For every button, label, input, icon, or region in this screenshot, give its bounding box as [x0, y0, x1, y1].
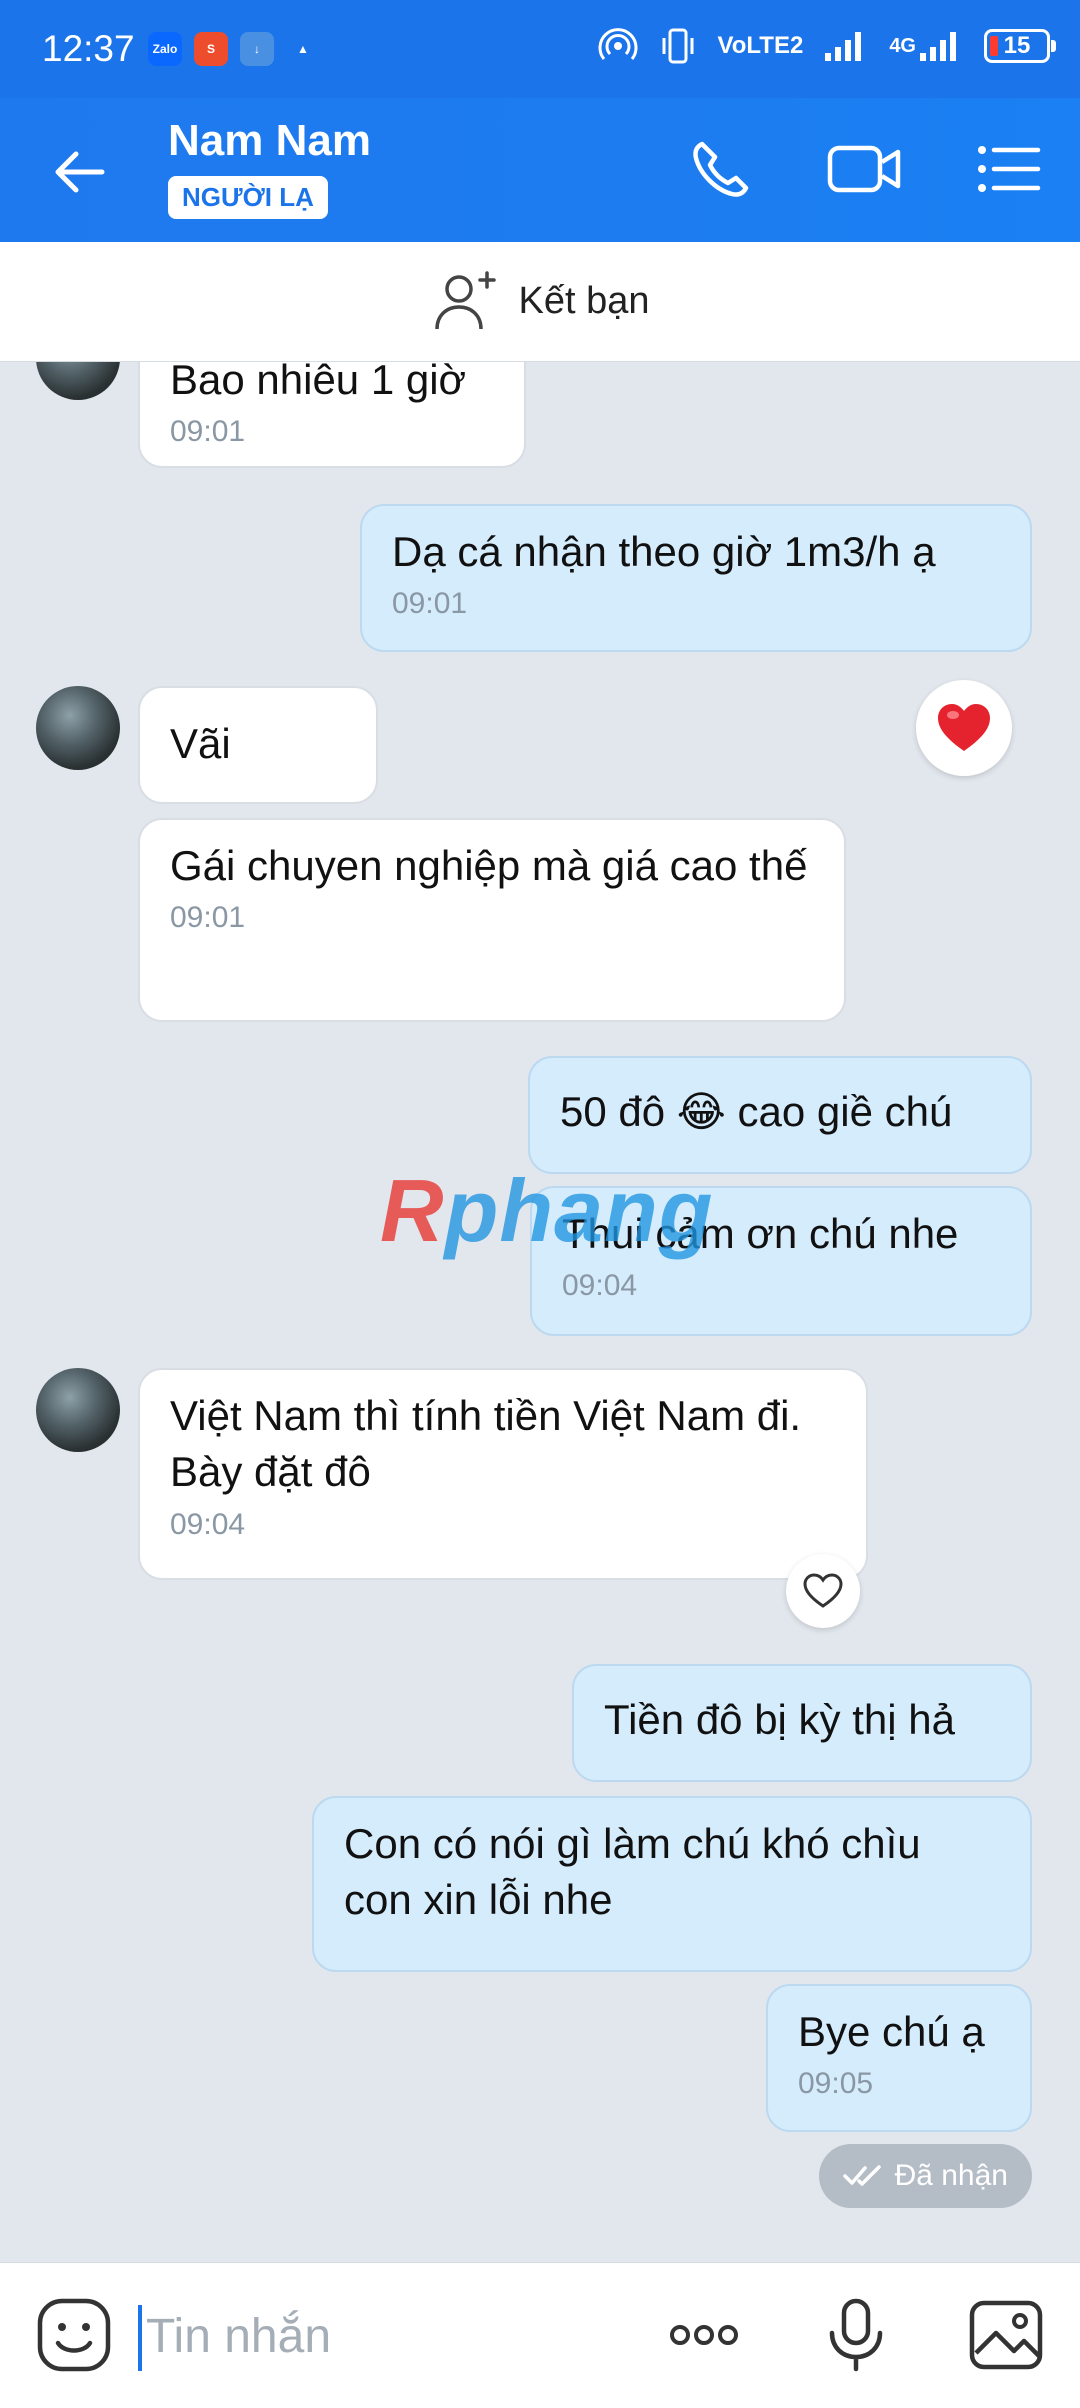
watermark-logo: Rphang [380, 1160, 714, 1262]
more-options-icon[interactable] [664, 2295, 744, 2375]
heart-reaction-icon [938, 704, 990, 751]
phone-call-icon[interactable] [686, 134, 756, 204]
download-icon: ↓ [240, 32, 274, 66]
message-text: 50 đô 😂 cao giề chú [560, 1088, 953, 1135]
add-reaction-button[interactable] [786, 1554, 860, 1628]
add-friend-label: Kết bạn [518, 280, 650, 322]
message-bubble-outgoing[interactable]: 50 đô 😂 cao giề chú [528, 1056, 1032, 1174]
avatar[interactable] [36, 1368, 120, 1452]
network-type-label: 4G [889, 34, 916, 57]
microphone-icon[interactable] [816, 2295, 896, 2375]
message-bubble-outgoing[interactable]: Dạ cá nhận theo giờ 1m3/h ạ 09:01 [360, 504, 1032, 652]
message-text: Bye chú ạ [798, 2008, 985, 2055]
heart-reaction-button[interactable] [916, 680, 1012, 776]
message-bubble-outgoing[interactable]: Tiền đô bị kỳ thị hả [572, 1664, 1032, 1782]
signal-icon [825, 32, 862, 61]
back-arrow-icon[interactable] [50, 142, 110, 202]
zalo-icon: Zalo [148, 32, 182, 66]
hotspot-icon [598, 28, 637, 60]
delivery-status-label: Đã nhận [894, 2159, 1008, 2192]
shopee-icon: S [194, 32, 228, 66]
message-input[interactable]: Tin nhắn [146, 2309, 331, 2364]
message-bubble-outgoing[interactable]: Con có nói gì làm chú khó chìu con xin l… [312, 1796, 1032, 1972]
status-time: 12:37 [42, 28, 135, 69]
emoji-sticker-icon[interactable] [34, 2295, 114, 2375]
chat-area[interactable]: Bao nhiêu 1 giờ 09:01 Dạ cá nhận theo gi… [0, 362, 1080, 2262]
message-bubble-incoming[interactable]: Vãi [138, 686, 378, 804]
message-time: 09:04 [170, 1507, 246, 1541]
chat-header: Nam Nam NGƯỜI LẠ [0, 98, 1080, 242]
vibrate-icon [662, 28, 694, 64]
image-gallery-icon[interactable] [966, 2295, 1046, 2375]
heart-outline-icon [803, 1573, 843, 1608]
signal-icon-2 [920, 32, 956, 61]
status-right: VoLTE2 4G 15 [598, 26, 1056, 66]
stranger-badge: NGƯỜI LẠ [168, 176, 328, 219]
message-bubble-outgoing[interactable]: Bye chú ạ 09:05 [766, 1984, 1032, 2132]
delivery-status: Đã nhận [818, 2144, 1032, 2208]
contact-name[interactable]: Nam Nam [168, 116, 371, 166]
avatar[interactable] [36, 686, 120, 770]
status-bar: 12:37 Zalo S ↓ ▲ VoLTE2 4G 15 [0, 0, 1080, 98]
message-time: 09:01 [392, 587, 468, 621]
warning-icon: ▲ [286, 32, 320, 66]
message-text: Dạ cá nhận theo giờ 1m3/h ạ [392, 528, 936, 575]
message-bubble-incoming[interactable]: Bao nhiêu 1 giờ 09:01 [138, 362, 526, 468]
notification-icons: Zalo S ↓ ▲ [148, 32, 320, 66]
signal-4g: 4G [889, 29, 964, 63]
message-time: 09:01 [170, 415, 246, 449]
message-text: Tiền đô bị kỳ thị hả [604, 1696, 955, 1743]
watermark-part1: R [380, 1161, 445, 1260]
message-bubble-incoming[interactable]: Việt Nam thì tính tiền Việt Nam đi. Bày … [138, 1368, 868, 1580]
message-text: Gái chuyen nghiệp mà giá cao thế [170, 842, 808, 889]
message-bubble-incoming[interactable]: Gái chuyen nghiệp mà giá cao thế 09:01 [138, 818, 846, 1022]
double-check-icon [842, 2165, 881, 2186]
add-friend-bar[interactable]: Kết bạn [0, 242, 1080, 362]
add-friend-icon [434, 270, 496, 329]
message-time: 09:04 [562, 1269, 638, 1303]
message-text: Vãi [170, 720, 231, 767]
volte-label: VoLTE2 [717, 32, 804, 59]
menu-list-icon[interactable] [974, 134, 1044, 204]
battery-level: 15 [1003, 32, 1031, 59]
message-input-bar: Tin nhắn [0, 2262, 1080, 2408]
message-text: Việt Nam thì tính tiền Việt Nam đi. Bày … [170, 1392, 802, 1496]
message-text: Con có nói gì làm chú khó chìu con xin l… [344, 1820, 921, 1924]
avatar[interactable] [36, 362, 120, 400]
message-time: 09:05 [798, 2067, 874, 2101]
video-call-icon[interactable] [826, 134, 904, 204]
text-cursor [138, 2305, 142, 2371]
message-text: Bao nhiêu 1 giờ [170, 362, 467, 403]
watermark-part2: phang [444, 1161, 714, 1260]
message-time: 09:01 [170, 901, 246, 935]
battery-indicator: 15 [984, 29, 1056, 63]
